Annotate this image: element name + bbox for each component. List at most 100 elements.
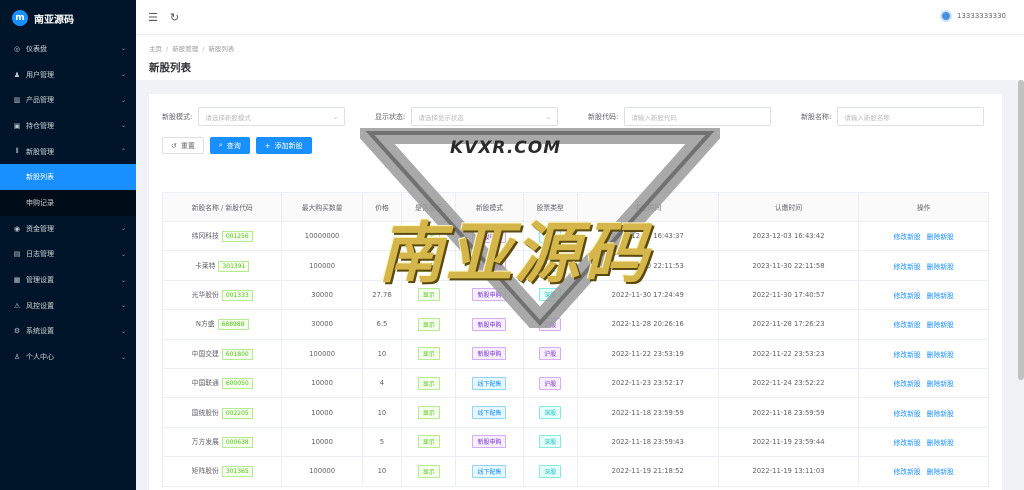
breadcrumb-separator: / <box>166 45 169 53</box>
breadcrumb-item[interactable]: 主页 <box>149 45 162 53</box>
menu-fold-icon[interactable]: ☰ <box>148 11 158 24</box>
edit-ipo-link[interactable]: 修改新股 <box>893 263 920 271</box>
filter-placeholder: 请选择显示状态 <box>418 113 464 122</box>
sidebar-item[interactable]: ⦀ 新股管理 ⌃ <box>0 139 136 165</box>
sidebar-item-label: 新股管理 <box>26 147 54 156</box>
price-cell: 6.5 <box>361 309 403 340</box>
mode-tag: 新股申购 <box>472 259 507 273</box>
type-cell: 沪股 <box>522 338 578 369</box>
max-cell: 30000 <box>281 279 363 311</box>
sidebar-item-label: 仪表盘 <box>26 44 47 53</box>
column-header: 操作 <box>858 192 989 222</box>
filter-input[interactable]: 请输入新股代码 <box>624 107 772 126</box>
chevron-down-icon: ⌄ <box>120 225 126 233</box>
stock-name: 光华股份 <box>191 290 219 299</box>
win-time-cell: 2023-12-03 16:43:37 <box>576 220 719 252</box>
scrollbar[interactable] <box>1018 80 1024 380</box>
logo[interactable]: m 南亚源码 <box>0 0 136 36</box>
stock-code-tag: 002205 <box>221 407 253 419</box>
max-cell: 100000 <box>281 338 363 369</box>
admin-icon: ▦ <box>13 276 21 285</box>
sidebar-subitem[interactable]: 新股列表 <box>0 164 136 191</box>
chevron-down-icon: ⌄ <box>120 327 126 335</box>
type-cell: 沪股 <box>522 309 578 340</box>
column-header: 新股模式 <box>455 192 524 222</box>
filter-input[interactable]: 请输入新股名称 <box>837 107 985 126</box>
edit-ipo-link[interactable]: 修改新股 <box>893 468 920 476</box>
delete-ipo-link[interactable]: 删除新股 <box>927 410 954 418</box>
refresh-icon[interactable]: ↻ <box>170 11 179 24</box>
pay-time-cell: 2022-11-28 17:26:23 <box>717 309 860 340</box>
filter-group: 新股模式: 请选择新股模式 ⌄ <box>162 107 346 126</box>
position-icon: ▣ <box>13 121 21 130</box>
sidebar-item[interactable]: ▦ 管理设置 ⌄ <box>0 267 136 293</box>
sidebar-item[interactable]: ♟ 用户管理 ⌄ <box>0 62 136 88</box>
edit-ipo-link[interactable]: 修改新股 <box>893 380 920 388</box>
win-time-cell: 2022-11-30 17:24:49 <box>576 279 719 311</box>
actions-cell: 修改新股 删除新股 <box>858 426 989 458</box>
show-tag: 显示 <box>417 259 440 273</box>
stock-name: 矩阵股份 <box>191 467 219 476</box>
sidebar-item[interactable]: ⚙ 系统设置 ⌄ <box>0 319 136 345</box>
users-icon: ♟ <box>13 70 21 79</box>
delete-ipo-link[interactable]: 删除新股 <box>927 292 954 300</box>
sidebar-item[interactable]: ▣ 持仓管理 ⌄ <box>0 113 136 139</box>
pay-time-cell: 2022-11-19 13:11:03 <box>717 456 860 487</box>
filter-select[interactable]: 请选择新股模式 ⌄ <box>198 107 346 126</box>
sidebar-item[interactable]: ▤ 日志管理 ⌄ <box>0 242 136 268</box>
sidebar-item[interactable]: ◎ 仪表盘 ⌄ <box>0 36 136 62</box>
delete-ipo-link[interactable]: 删除新股 <box>927 468 954 476</box>
sidebar-item[interactable]: ▥ 产品管理 ⌄ <box>0 87 136 113</box>
delete-ipo-link[interactable]: 删除新股 <box>927 321 954 329</box>
user-menu[interactable]: 13333333330 <box>940 10 1006 22</box>
chevron-down-icon: ⌄ <box>120 45 126 53</box>
sidebar-subitem[interactable]: 申购记录 <box>0 190 136 216</box>
win-time-cell: 2022-11-28 20:26:16 <box>576 309 719 340</box>
delete-ipo-link[interactable]: 删除新股 <box>927 439 954 447</box>
delete-ipo-link[interactable]: 删除新股 <box>927 233 954 241</box>
reset-button[interactable]: ↺ 重置 <box>162 137 204 154</box>
sidebar-item[interactable]: ♙ 个人中心 ⌄ <box>0 344 136 370</box>
table-row: 中国联通 600050 10000 4 显示 线下配售 沪股 2022-11-23… <box>161 367 989 399</box>
edit-ipo-link[interactable]: 修改新股 <box>893 439 920 447</box>
name-cell: 中国交建 601800 <box>161 338 283 369</box>
price-cell: 4 <box>361 367 403 399</box>
max-cell: 100000 <box>281 250 363 281</box>
filter-placeholder: 请选择新股模式 <box>205 113 251 122</box>
edit-ipo-link[interactable]: 修改新股 <box>893 292 920 300</box>
price-cell: 10 <box>361 456 403 487</box>
search-icon: ⌕ <box>218 141 223 149</box>
name-cell: 纬冈科技 001256 <box>161 220 283 252</box>
filter-group: 新股名称: 请输入新股名称 <box>801 107 985 126</box>
show-cell: 显示 <box>401 456 457 487</box>
table-header-row: 新股名称 / 新股代码 最大购买数量 价格 是否显示 新股模式 股票类型 中签时间 认缴时间操… <box>161 192 989 222</box>
delete-ipo-link[interactable]: 删除新股 <box>927 263 954 271</box>
name-cell: 矩阵股份 301365 <box>161 456 283 487</box>
edit-ipo-link[interactable]: 修改新股 <box>893 351 920 359</box>
mode-cell: 新股申购 <box>455 309 524 340</box>
pay-time-cell: 2022-11-19 23:59:44 <box>717 426 860 458</box>
filter-select[interactable]: 请选择显示状态 ⌄ <box>411 107 559 126</box>
sidebar-item-label: 系统设置 <box>26 327 54 336</box>
stock-name: 中国交建 <box>191 349 219 358</box>
reset-label: 重置 <box>180 141 195 150</box>
delete-ipo-link[interactable]: 删除新股 <box>927 380 954 388</box>
sidebar-item[interactable]: ◉ 资金管理 ⌄ <box>0 216 136 242</box>
edit-ipo-link[interactable]: 修改新股 <box>893 410 920 418</box>
edit-ipo-link[interactable]: 修改新股 <box>893 321 920 329</box>
breadcrumb-item[interactable]: 新股管理 <box>172 45 198 53</box>
search-button[interactable]: ⌕ 查询 <box>209 137 250 154</box>
mode-cell: 线下配售 <box>455 397 524 428</box>
win-time-cell: 2022-11-18 23:59:59 <box>576 397 719 428</box>
delete-ipo-link[interactable]: 删除新股 <box>927 351 954 359</box>
price-cell: 27.76 <box>361 279 403 311</box>
type-tag: 沪股 <box>539 376 562 390</box>
edit-ipo-link[interactable]: 修改新股 <box>893 233 920 241</box>
dashboard-icon: ◎ <box>13 44 21 53</box>
sidebar-item[interactable]: ⚠ 风控设置 ⌄ <box>0 293 136 319</box>
sidebar-item-label: 持仓管理 <box>26 121 54 130</box>
show-cell: 显示 <box>401 250 457 281</box>
sidebar: m 南亚源码 ◎ 仪表盘 ⌄ ♟ 用户管理 ⌄ ▥ 产品管理 ⌄ ▣ 持仓管理 ⌄ ⦀ 新股管理 ⌃ 新股列表… <box>0 0 136 490</box>
add-ipo-button[interactable]: + 添加新股 <box>255 137 312 154</box>
chevron-down-icon: ⌄ <box>120 96 126 104</box>
